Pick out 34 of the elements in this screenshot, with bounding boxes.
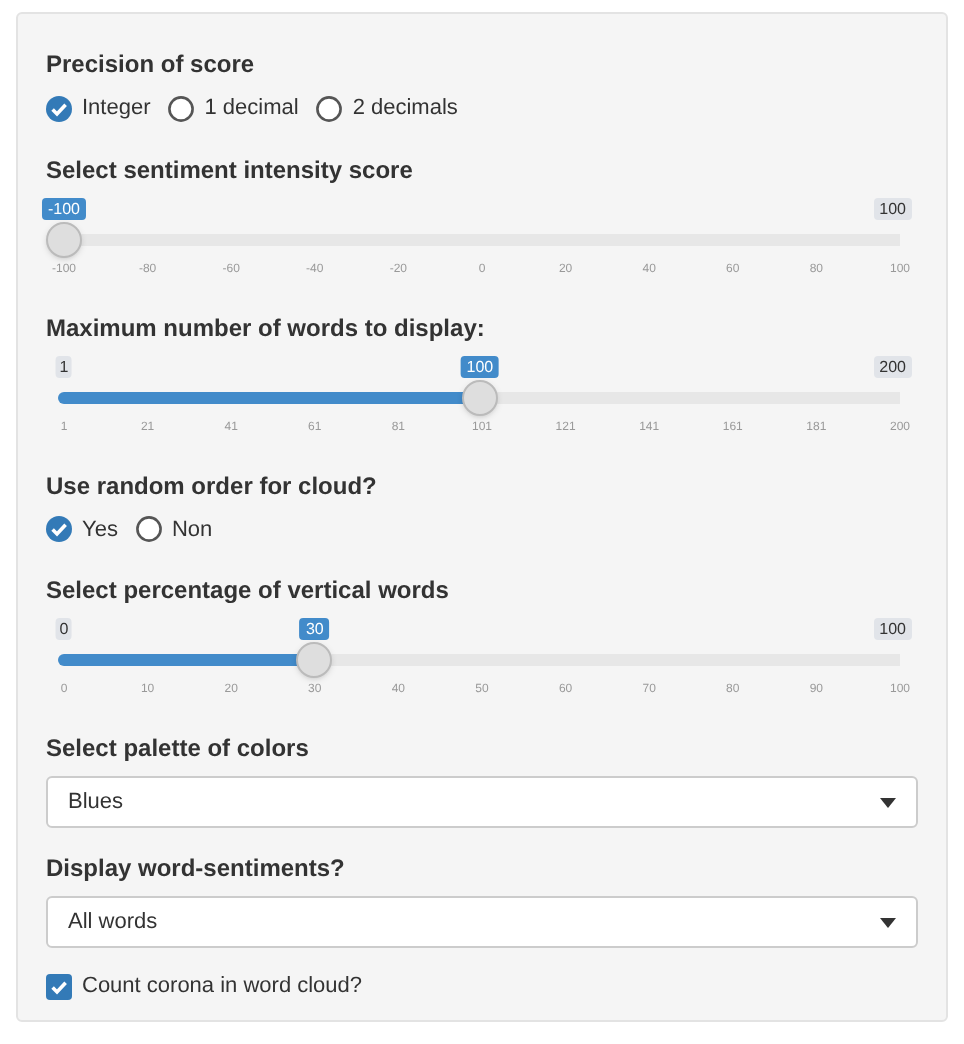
radio-label: Yes [82, 515, 118, 545]
caret-icon [880, 917, 896, 927]
field-label: Precision of score [46, 48, 257, 82]
field-label: Use random order for cloud? [46, 469, 379, 503]
value-label: 100 [460, 355, 500, 377]
radio-label: Non [171, 515, 213, 545]
field-label: Select percentage of vertical words [46, 574, 451, 608]
select-field[interactable]: Blues [46, 776, 918, 828]
max-label: 100 [873, 197, 912, 219]
checkbox[interactable] [46, 973, 72, 1000]
checkbox-label: Count corona in word cloud? [82, 972, 363, 1002]
value-label: -100 [42, 197, 86, 219]
radio-label: Integer [82, 94, 151, 124]
radio-button[interactable] [46, 95, 72, 122]
field-label: Display word-sentiments? [46, 852, 347, 886]
field-label: Select sentiment intensity score [46, 153, 415, 187]
max-label: 100 [873, 618, 912, 640]
slider-thumb[interactable] [296, 642, 333, 678]
select-field[interactable]: All words [46, 896, 918, 948]
radio-label: 1 decimal [204, 94, 299, 124]
radio-button[interactable] [135, 516, 162, 543]
value-label: 30 [299, 618, 330, 640]
field-label: Select palette of colors [46, 732, 311, 766]
radio-button[interactable] [316, 95, 343, 122]
min-label: 0 [55, 618, 73, 640]
radio-label: 2 decimals [352, 94, 458, 124]
field-label: Maximum number of words to display: [46, 311, 487, 345]
caret-icon [880, 797, 896, 807]
min-label: 1 [55, 355, 73, 377]
radio-button[interactable] [46, 516, 72, 543]
slider-thumb[interactable] [46, 221, 82, 257]
max-label: 200 [873, 355, 912, 377]
radio-button[interactable] [168, 95, 195, 122]
slider-thumb[interactable] [461, 379, 498, 415]
